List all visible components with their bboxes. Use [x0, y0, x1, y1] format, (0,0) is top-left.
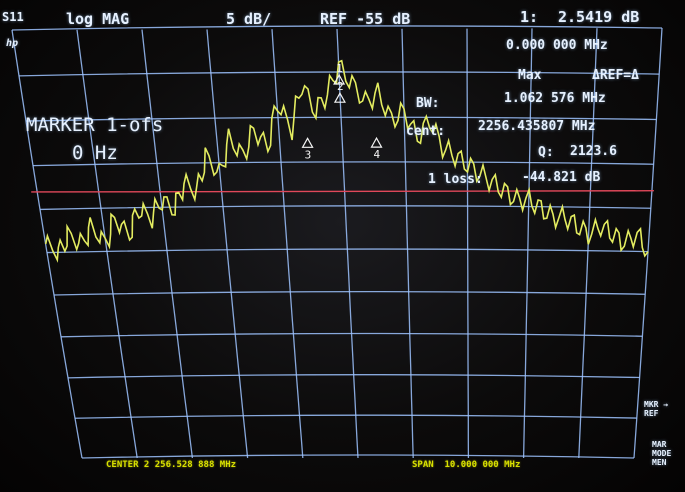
marker-label: 3	[305, 148, 312, 161]
marker-triangle	[301, 137, 314, 148]
grid-vline	[11, 29, 83, 459]
marker-label: 4	[373, 148, 380, 161]
bw-value: 1.062 576 MHz	[504, 91, 606, 106]
grid-vline	[206, 29, 249, 459]
center-label: cent:	[406, 124, 446, 139]
grid-vline	[401, 28, 414, 459]
softkey-mkr-ref[interactable]: MKR → REF	[644, 400, 682, 418]
marker-value: 2.5419 dB	[558, 8, 640, 26]
span-frequency: SPAN 10.000 000 MHz	[412, 460, 521, 470]
marker-triangle	[370, 136, 383, 148]
channel-label: S11	[2, 10, 24, 24]
hp-logo: hp	[6, 38, 19, 49]
marker-label: 1	[336, 62, 343, 75]
marker-4: 4	[370, 136, 383, 161]
reference-label: REF -55 dB	[320, 10, 411, 28]
marker-3: 3	[301, 137, 314, 161]
delta-ref-indicator: ΔREF=Δ	[592, 68, 639, 83]
grid-vline	[141, 29, 194, 459]
q-value: 2123.6	[570, 144, 617, 159]
bw-label: BW:	[416, 96, 440, 111]
marker-id: 1:	[520, 8, 539, 26]
loss-value: -44.821 dB	[522, 170, 601, 185]
marker-panel-title: MARKER 1-ofs	[26, 114, 164, 136]
reference-line	[31, 190, 654, 193]
marker-label: 2	[337, 80, 344, 93]
offset-frequency: 0.000 000 MHz	[506, 38, 608, 53]
marker-panel-value: 0 Hz	[72, 142, 118, 164]
grid-vline	[633, 27, 663, 459]
graticule: 1 2 3 4	[11, 25, 663, 459]
center-value: 2256.435807 MHz	[478, 119, 596, 134]
grid-vline	[271, 29, 304, 459]
format-label: log MAG	[66, 10, 130, 28]
grid-vline	[466, 28, 470, 459]
q-label: Q:	[538, 145, 554, 160]
search-mode: Max	[518, 68, 542, 83]
softkey-marker-mode-menu[interactable]: MAR MODE MEN	[652, 440, 684, 467]
loss-label: 1 loss:	[428, 172, 483, 187]
scale-label: 5 dB/	[226, 10, 272, 28]
analyzer-screen: 1 2 3 4 S11 log MAG 5 dB/ REF -55 dB 1: 2.5…	[0, 0, 685, 492]
center-frequency: CENTER 2 256.528 888 MHz	[106, 460, 237, 470]
